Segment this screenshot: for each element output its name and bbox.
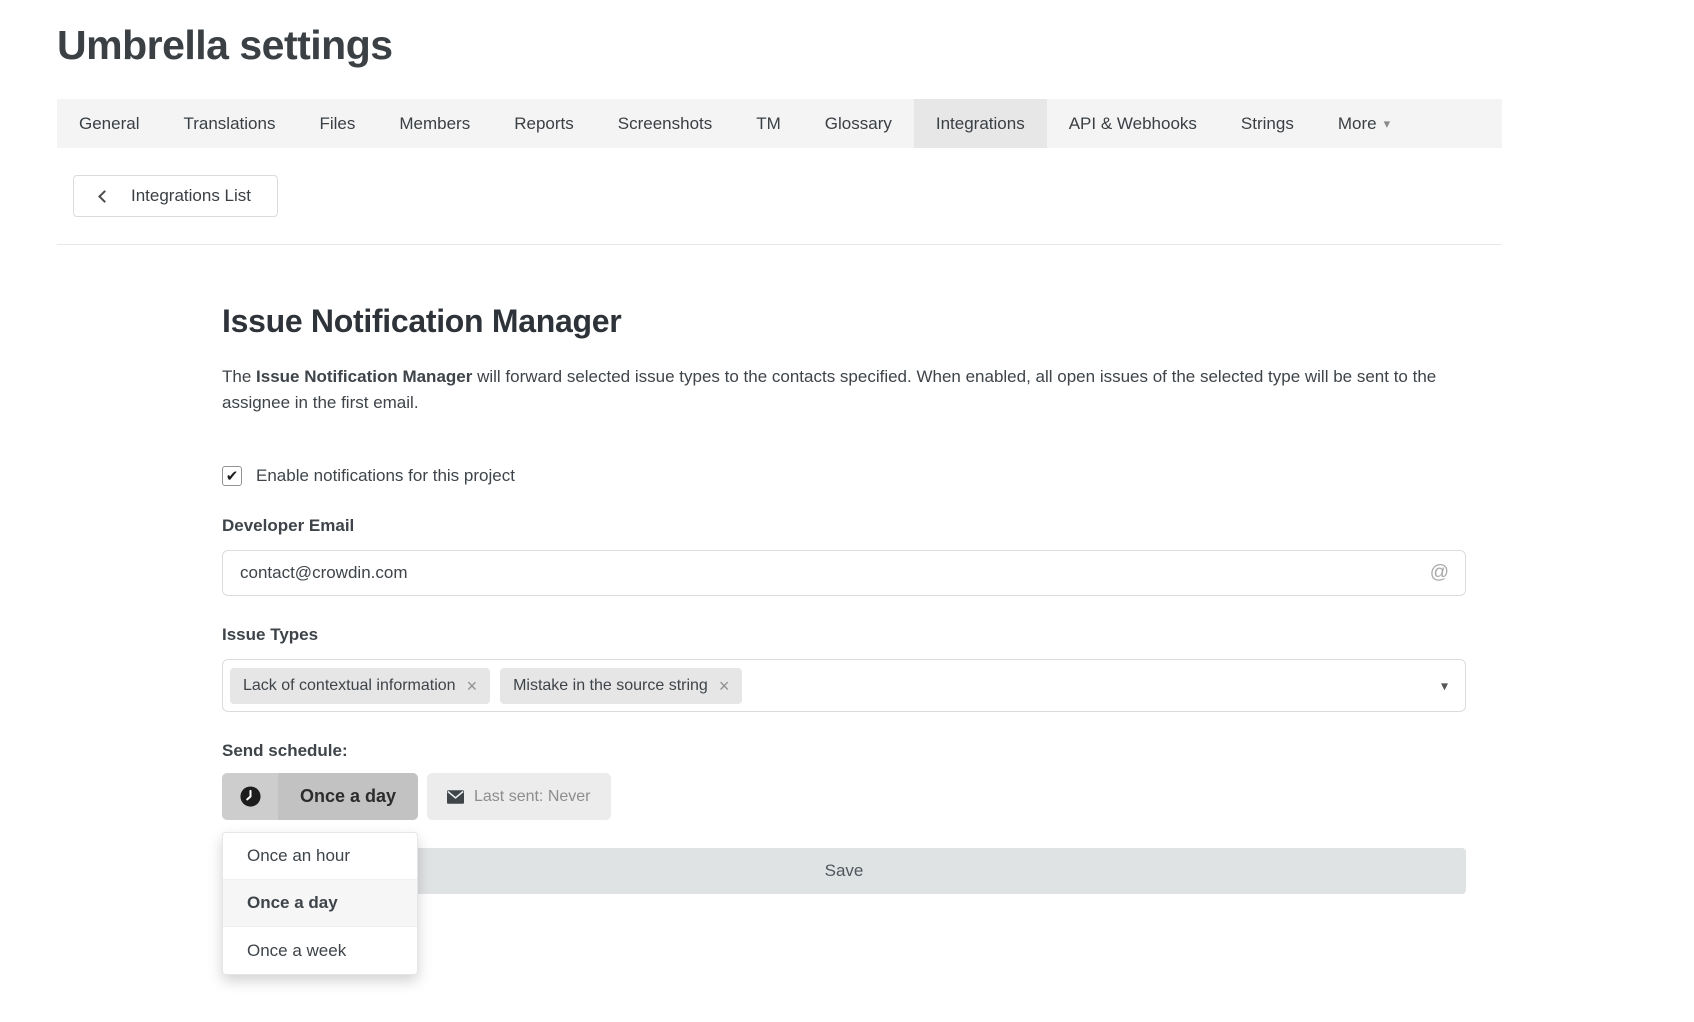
schedule-selected-label: Once a day	[278, 773, 418, 820]
schedule-dropdown-button[interactable]: Once a day	[222, 773, 418, 820]
chevron-left-icon	[98, 190, 111, 203]
tab-tm[interactable]: TM	[734, 99, 803, 148]
developer-email-label: Developer Email	[222, 516, 1466, 536]
page-title: Umbrella settings	[57, 22, 1694, 69]
last-sent-badge: Last sent: Never	[427, 773, 611, 820]
description-bold: Issue Notification Manager	[256, 367, 472, 386]
description-prefix: The	[222, 367, 256, 386]
tab-screenshots[interactable]: Screenshots	[596, 99, 735, 148]
schedule-options-menu: Once an hour Once a day Once a week	[222, 832, 418, 975]
tab-strings[interactable]: Strings	[1219, 99, 1316, 148]
chevron-down-icon: ▾	[1384, 116, 1391, 132]
clock-icon	[222, 773, 278, 820]
issue-type-tag: Mistake in the source string ×	[500, 668, 742, 704]
back-button-label: Integrations List	[131, 186, 251, 206]
enable-notifications-checkbox[interactable]: ✔	[222, 466, 242, 486]
tab-api-webhooks[interactable]: API & Webhooks	[1047, 99, 1219, 148]
remove-tag-icon[interactable]: ×	[719, 677, 730, 695]
checkmark-icon: ✔	[226, 467, 239, 485]
section-divider	[57, 244, 1502, 245]
issue-type-tag: Lack of contextual information ×	[230, 668, 490, 704]
issue-types-label: Issue Types	[222, 625, 1466, 645]
tab-more[interactable]: More ▾	[1316, 99, 1412, 148]
issue-type-tag-label: Lack of contextual information	[243, 677, 456, 695]
schedule-option-once-a-week[interactable]: Once a week	[223, 927, 417, 974]
issue-notification-form: Issue Notification Manager The Issue Not…	[222, 303, 1466, 894]
schedule-option-once-an-hour[interactable]: Once an hour	[223, 833, 417, 880]
tab-reports[interactable]: Reports	[492, 99, 596, 148]
issue-types-select[interactable]: Lack of contextual information × Mistake…	[222, 659, 1466, 712]
form-description: The Issue Notification Manager will forw…	[222, 364, 1466, 416]
tab-glossary[interactable]: Glossary	[803, 99, 914, 148]
last-sent-label: Last sent: Never	[474, 788, 591, 806]
developer-email-input[interactable]	[222, 550, 1466, 596]
issue-type-tag-label: Mistake in the source string	[513, 677, 708, 695]
settings-tab-bar: General Translations Files Members Repor…	[57, 99, 1502, 148]
tab-translations[interactable]: Translations	[161, 99, 297, 148]
remove-tag-icon[interactable]: ×	[467, 677, 478, 695]
tab-integrations[interactable]: Integrations	[914, 99, 1047, 148]
schedule-option-once-a-day[interactable]: Once a day	[223, 880, 417, 927]
envelope-icon	[447, 790, 464, 804]
tab-files[interactable]: Files	[297, 99, 377, 148]
tab-more-label: More	[1338, 114, 1377, 134]
tab-general[interactable]: General	[57, 99, 161, 148]
form-heading: Issue Notification Manager	[222, 303, 1466, 340]
at-sign-icon: @	[1430, 562, 1449, 584]
integrations-list-back-button[interactable]: Integrations List	[73, 175, 278, 217]
enable-notifications-label[interactable]: Enable notifications for this project	[256, 466, 515, 486]
chevron-down-icon[interactable]: ▾	[1441, 677, 1448, 694]
tab-members[interactable]: Members	[377, 99, 492, 148]
send-schedule-label: Send schedule:	[222, 741, 1466, 761]
